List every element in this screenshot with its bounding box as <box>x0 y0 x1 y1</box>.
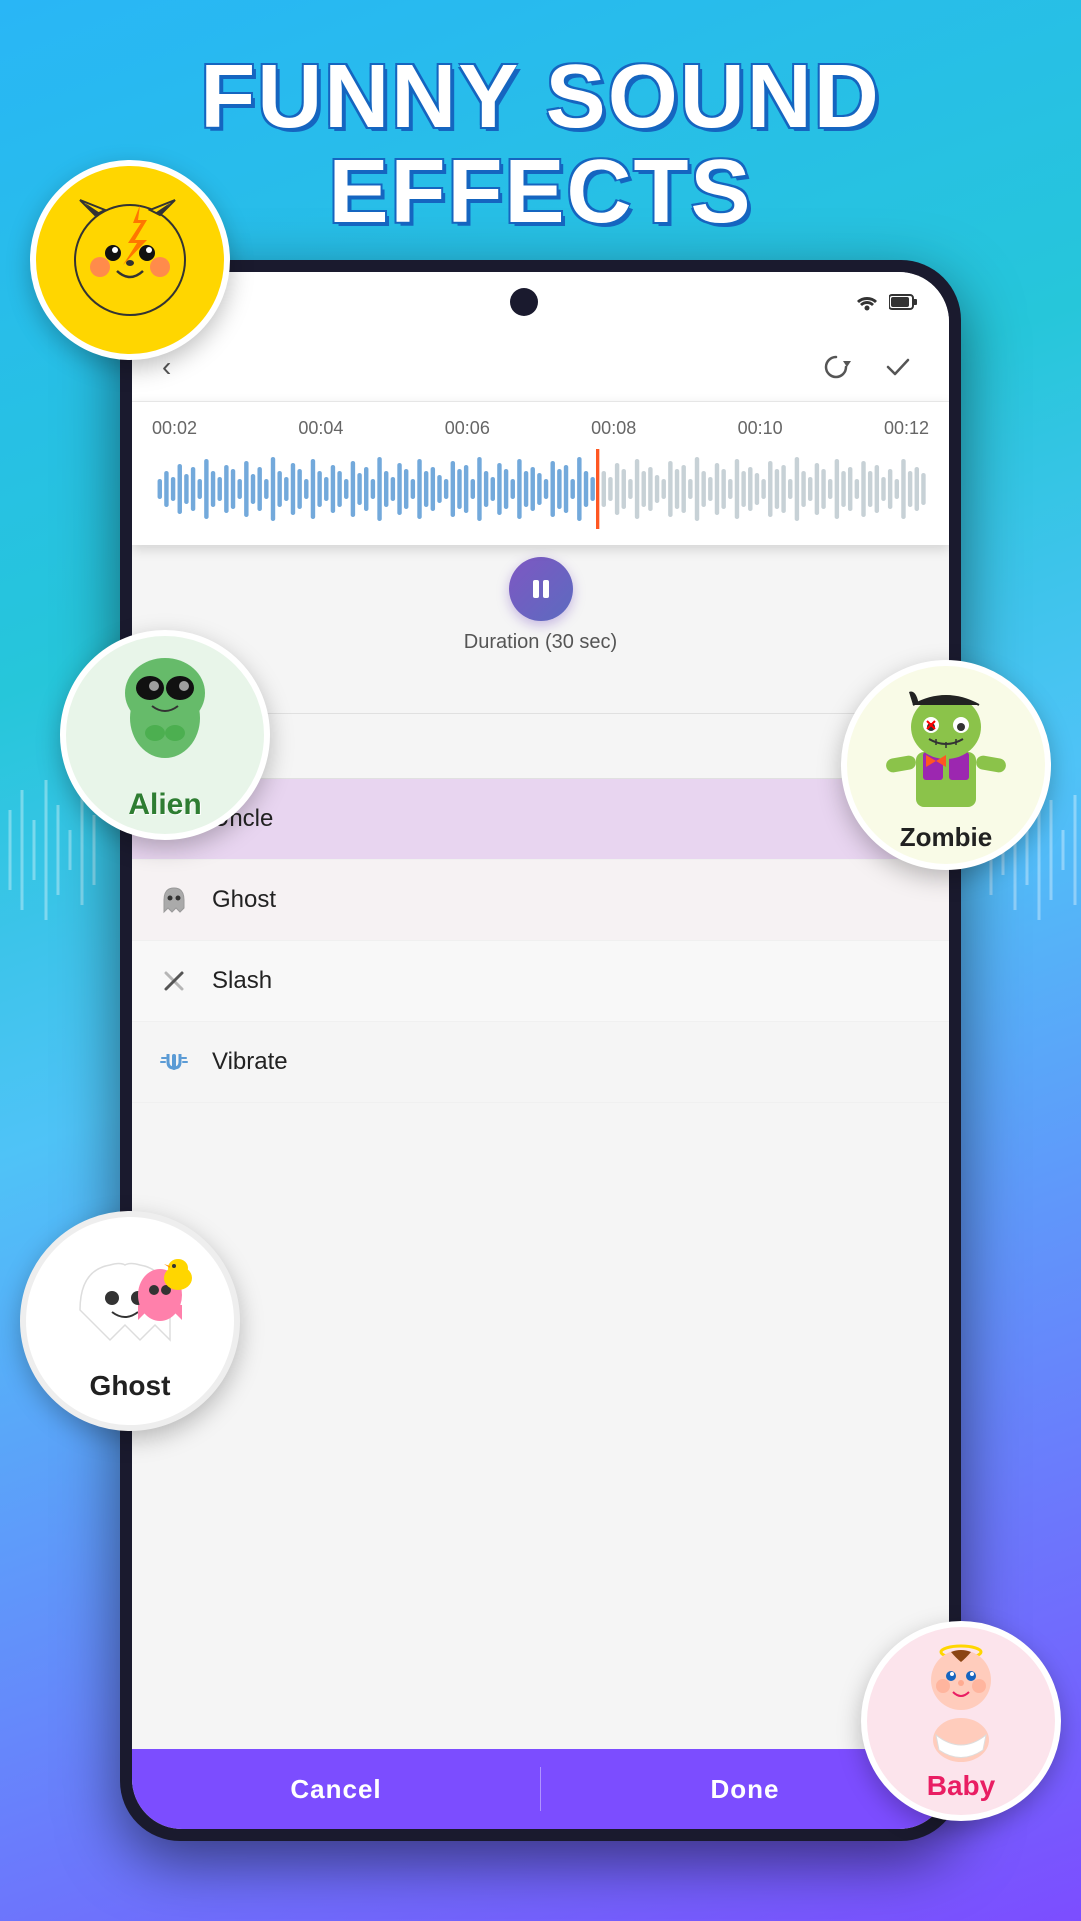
bottom-nav: Cancel Done <box>132 1749 949 1829</box>
phone-screen: ‹ 00:02 00:04 00:06 <box>132 272 949 1829</box>
top-actions <box>815 346 919 388</box>
camera-notch <box>510 288 538 316</box>
sticker-alien: Alien <box>60 630 270 840</box>
effect-item-uncle[interactable]: Uncle <box>132 779 949 860</box>
time-label-3: 00:08 <box>591 418 636 439</box>
time-label-5: 00:12 <box>884 418 929 439</box>
status-bar <box>132 272 949 332</box>
baby-sticker-label: Baby <box>927 1770 995 1802</box>
play-section: Duration (30 sec) <box>132 545 949 662</box>
time-label-0: 00:02 <box>152 418 197 439</box>
pause-button[interactable] <box>509 557 573 621</box>
slash-icon <box>152 959 196 1003</box>
cancel-button[interactable]: Cancel <box>132 1749 540 1829</box>
ghost-icon <box>152 878 196 922</box>
waveform-container: 00:02 00:04 00:06 00:08 00:10 00:12 <box>132 402 949 545</box>
reset-button[interactable] <box>815 346 857 388</box>
ghost-sticker-label: Ghost <box>90 1370 171 1402</box>
time-label-2: 00:06 <box>445 418 490 439</box>
top-bar: ‹ <box>132 332 949 402</box>
time-label-1: 00:04 <box>298 418 343 439</box>
time-labels: 00:02 00:04 00:06 00:08 00:10 00:12 <box>132 418 949 439</box>
vibrate-icon <box>152 1040 196 1084</box>
status-right-icons <box>855 293 919 311</box>
time-label-4: 00:10 <box>738 418 783 439</box>
slash-label: Slash <box>212 967 272 995</box>
ghost-label: Ghost <box>212 886 276 914</box>
phone-frame: ‹ 00:02 00:04 00:06 <box>120 260 961 1841</box>
effects-title: ects <box>152 662 929 714</box>
alien-sticker-label: Alien <box>128 788 201 822</box>
waveform[interactable] <box>132 449 949 529</box>
sticker-baby: Baby <box>861 1621 1061 1821</box>
back-button[interactable]: ‹ <box>162 351 171 383</box>
effect-item-ghost[interactable]: Ghost <box>132 860 949 941</box>
zombie-sticker-label: Zombie <box>900 822 992 853</box>
effect-item-vibrate[interactable]: Vibrate <box>132 1022 949 1103</box>
vibrate-label: Vibrate <box>212 1048 288 1076</box>
effect-item-slash[interactable]: Slash <box>132 941 949 1022</box>
sticker-pikachu <box>30 160 230 360</box>
confirm-button[interactable] <box>877 346 919 388</box>
sticker-zombie: Zombie <box>841 660 1051 870</box>
duration-label: Duration (30 sec) <box>464 631 617 654</box>
sticker-ghost: Ghost <box>20 1211 240 1431</box>
